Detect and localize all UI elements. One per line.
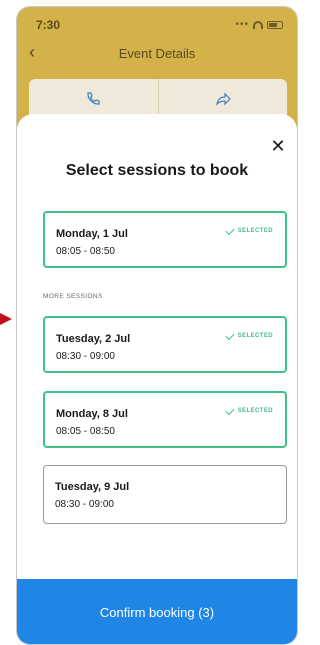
- signal-icon: •••: [235, 19, 249, 30]
- sheet-title: Select sessions to book: [65, 162, 249, 179]
- session-date: Monday, 1 Jul: [56, 228, 128, 240]
- session-date: Tuesday, 9 Jul: [55, 481, 130, 493]
- session-card[interactable]: Monday, 8 Jul 08:05 - 08:50 SELECTED: [43, 391, 287, 448]
- session-time: 08:30 - 09:00: [56, 351, 115, 362]
- selected-label: SELECTED: [237, 228, 273, 234]
- session-date: Tuesday, 2 Jul: [56, 333, 131, 345]
- close-button[interactable]: ✕: [269, 137, 287, 155]
- screen: 7:30 ••• ‹ Event Details ✕ Select sessio…: [0, 0, 298, 645]
- session-card[interactable]: Tuesday, 9 Jul 08:30 - 09:00: [43, 465, 287, 524]
- phone-icon: [87, 92, 100, 105]
- status-bar: 7:30 •••: [17, 7, 297, 39]
- check-icon: [225, 225, 235, 235]
- session-time: 08:05 - 08:50: [56, 246, 115, 257]
- booking-sheet: ✕ Select sessions to book Monday, 1 Jul …: [17, 114, 297, 644]
- session-card[interactable]: Monday, 1 Jul 08:05 - 08:50 SELECTED: [43, 211, 287, 268]
- page-title: Event Details: [118, 46, 196, 61]
- session-time: 08:05 - 08:50: [56, 426, 115, 437]
- app-header: 7:30 ••• ‹ Event Details: [17, 7, 297, 133]
- selected-badge: SELECTED: [225, 405, 273, 415]
- selected-badge: SELECTED: [225, 225, 273, 235]
- annotation-arrow: [0, 313, 12, 325]
- session-card[interactable]: Tuesday, 2 Jul 08:30 - 09:00 SELECTED: [43, 316, 287, 373]
- selected-label: SELECTED: [237, 333, 273, 339]
- share-icon: [215, 92, 231, 106]
- wifi-icon: [253, 20, 263, 29]
- battery-icon: [267, 20, 283, 29]
- check-icon: [225, 405, 235, 415]
- confirm-booking-button[interactable]: Confirm booking (3): [17, 579, 297, 644]
- status-time: 7:30: [36, 18, 61, 32]
- selected-label: SELECTED: [237, 408, 273, 414]
- status-icons: •••: [235, 19, 283, 30]
- session-time: 08:30 - 09:00: [55, 499, 114, 510]
- phone-frame: 7:30 ••• ‹ Event Details ✕ Select sessio…: [16, 6, 298, 645]
- selected-badge: SELECTED: [225, 330, 273, 340]
- more-sessions-label: MORE SESSIONS: [43, 293, 103, 300]
- check-icon: [225, 330, 235, 340]
- session-date: Monday, 8 Jul: [56, 408, 128, 420]
